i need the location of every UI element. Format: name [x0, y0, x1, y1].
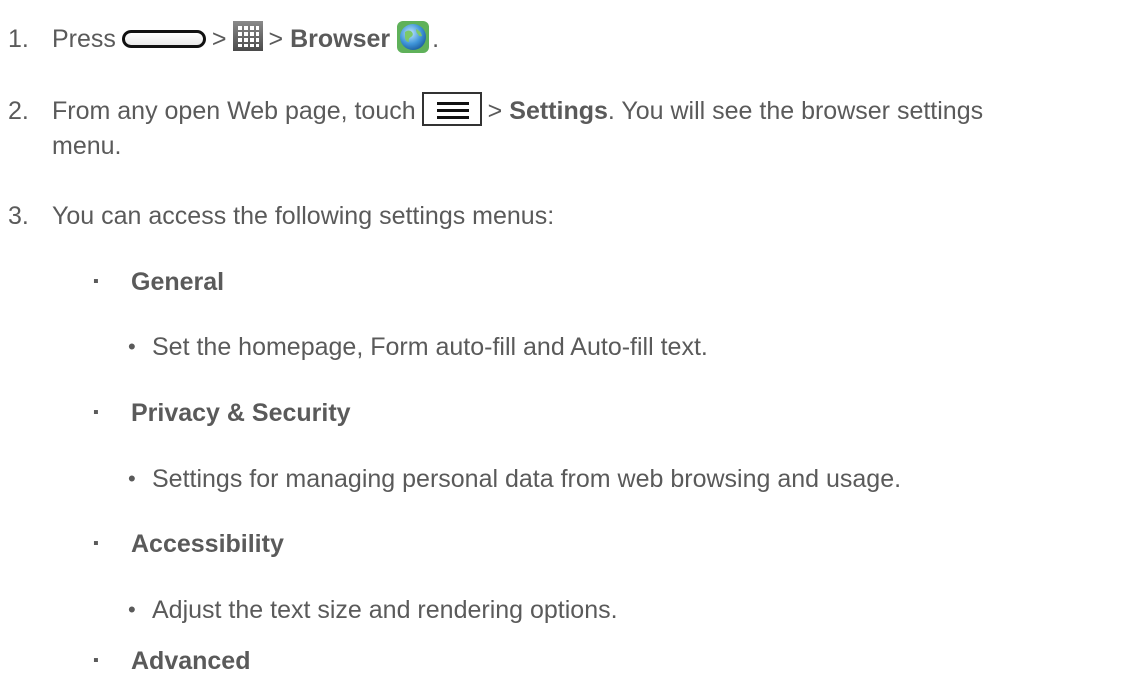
step-2-continuation: menu. — [52, 132, 122, 160]
step-1-text: Press > > Browser . — [52, 21, 440, 56]
dot-bullet-icon: • — [128, 334, 136, 359]
menu-label: Accessibility — [131, 530, 284, 558]
apps-grid-icon — [232, 21, 263, 51]
menu-description: Set the homepage, Form auto-fill and Aut… — [152, 333, 708, 361]
separator: > — [268, 25, 284, 53]
square-bullet-icon: ▪ — [93, 535, 99, 552]
step-3-text: You can access the following settings me… — [52, 202, 555, 230]
menu-key-icon — [421, 92, 482, 126]
dot-bullet-icon: • — [128, 597, 136, 622]
step-number: 1. — [8, 25, 29, 53]
menu-description: Settings for managing personal data from… — [152, 465, 902, 493]
separator: > — [211, 25, 227, 53]
step-2-lead: From any open Web page, touch — [52, 97, 416, 125]
square-bullet-icon: ▪ — [93, 273, 99, 290]
browser-globe-icon — [397, 21, 430, 53]
menu-description: Adjust the text size and rendering optio… — [152, 596, 618, 624]
step-2-text: From any open Web page, touch > Settings… — [52, 92, 984, 128]
menu-label: General — [131, 268, 225, 296]
dot-bullet-icon: • — [128, 466, 136, 491]
press-text: Press — [52, 25, 116, 53]
browser-label: Browser — [290, 25, 391, 53]
square-bullet-icon: ▪ — [93, 404, 99, 421]
square-bullet-icon: ▪ — [93, 652, 99, 669]
separator: > — [487, 97, 503, 125]
period: . — [432, 25, 440, 53]
step-number: 3. — [8, 202, 29, 230]
menu-label: Advanced — [131, 647, 251, 675]
step-number: 2. — [8, 97, 29, 125]
menu-label: Privacy & Security — [131, 399, 351, 427]
settings-label: Settings — [509, 97, 608, 125]
home-key-icon — [121, 30, 206, 48]
step-2-tail: . You will see the browser settings — [607, 97, 984, 125]
